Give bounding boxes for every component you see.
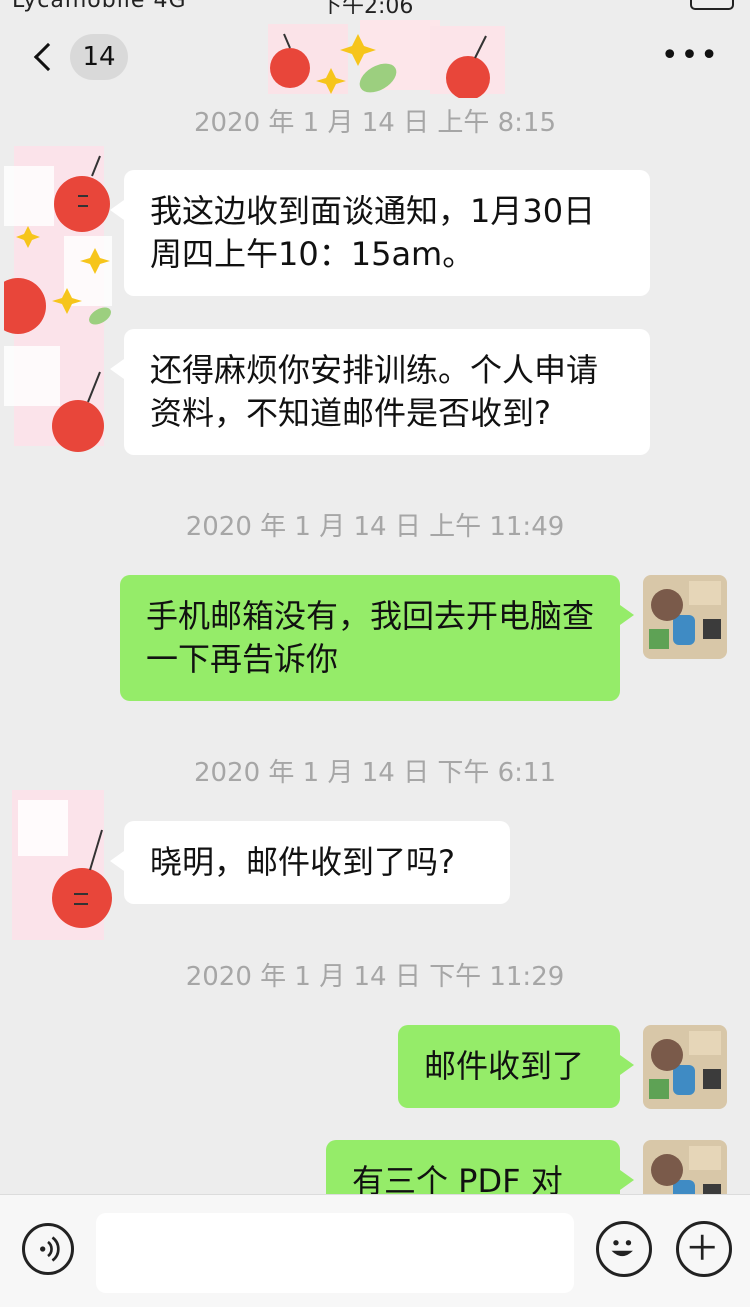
timestamp: 2020 年 1 月 14 日 上午 8:15 [193,108,557,138]
message-list[interactable]: 2020 年 1 月 14 日 上午 8:15 我这边收到面谈通知，1月30日周… [0,100,750,1194]
outgoing-message-bubble[interactable]: 手机邮箱没有，我回去开电脑查一下再告诉你 [120,575,634,701]
my-avatar[interactable] [643,575,727,659]
chat-header: 14 ••• [0,14,750,100]
incoming-message-bubble[interactable]: 还得麻烦你安排训练。个人申请资料，不知道邮件是否收到? [110,329,650,455]
more-options-button[interactable]: ••• [661,41,720,71]
status-clock: 下午2:06 [320,0,414,14]
voice-icon [40,1236,60,1262]
timestamp: 2020 年 1 月 14 日 下午 6:11 [193,758,557,788]
voice-button[interactable] [22,1223,74,1275]
emoji-icon [611,1240,633,1257]
chevron-left-icon [33,42,63,72]
incoming-message-bubble[interactable]: 晓明，邮件收到了吗? [110,821,510,904]
back-button[interactable]: 14 [28,32,128,82]
outgoing-message-bubble[interactable]: 邮件收到了 [398,1025,634,1108]
unread-count-badge: 14 [70,34,128,80]
more-dots-icon: ••• [660,38,720,73]
more-functions-button[interactable] [676,1221,732,1277]
input-bar [0,1194,750,1307]
contact-avatar[interactable] [4,146,114,456]
timestamp: 2020 年 1 月 14 日 上午 11:49 [185,512,565,542]
contact-avatar[interactable] [4,790,114,950]
outgoing-message-bubble[interactable]: 有三个 PDF 对吧 [326,1140,634,1194]
my-avatar[interactable] [643,1025,727,1109]
status-bar: Lycamobile 4G 下午2:06 [0,0,750,14]
incoming-message-bubble[interactable]: 我这边收到面谈通知，1月30日周四上午10：15am。 [110,170,650,296]
timestamp: 2020 年 1 月 14 日 下午 11:29 [185,962,565,992]
plus-icon [689,1234,715,1260]
emoji-button[interactable] [596,1221,652,1277]
my-avatar[interactable] [643,1140,727,1194]
contact-name-stickers [260,18,510,98]
carrier-label: Lycamobile 4G [12,0,187,13]
battery-icon [690,0,734,10]
message-input[interactable] [96,1213,574,1293]
